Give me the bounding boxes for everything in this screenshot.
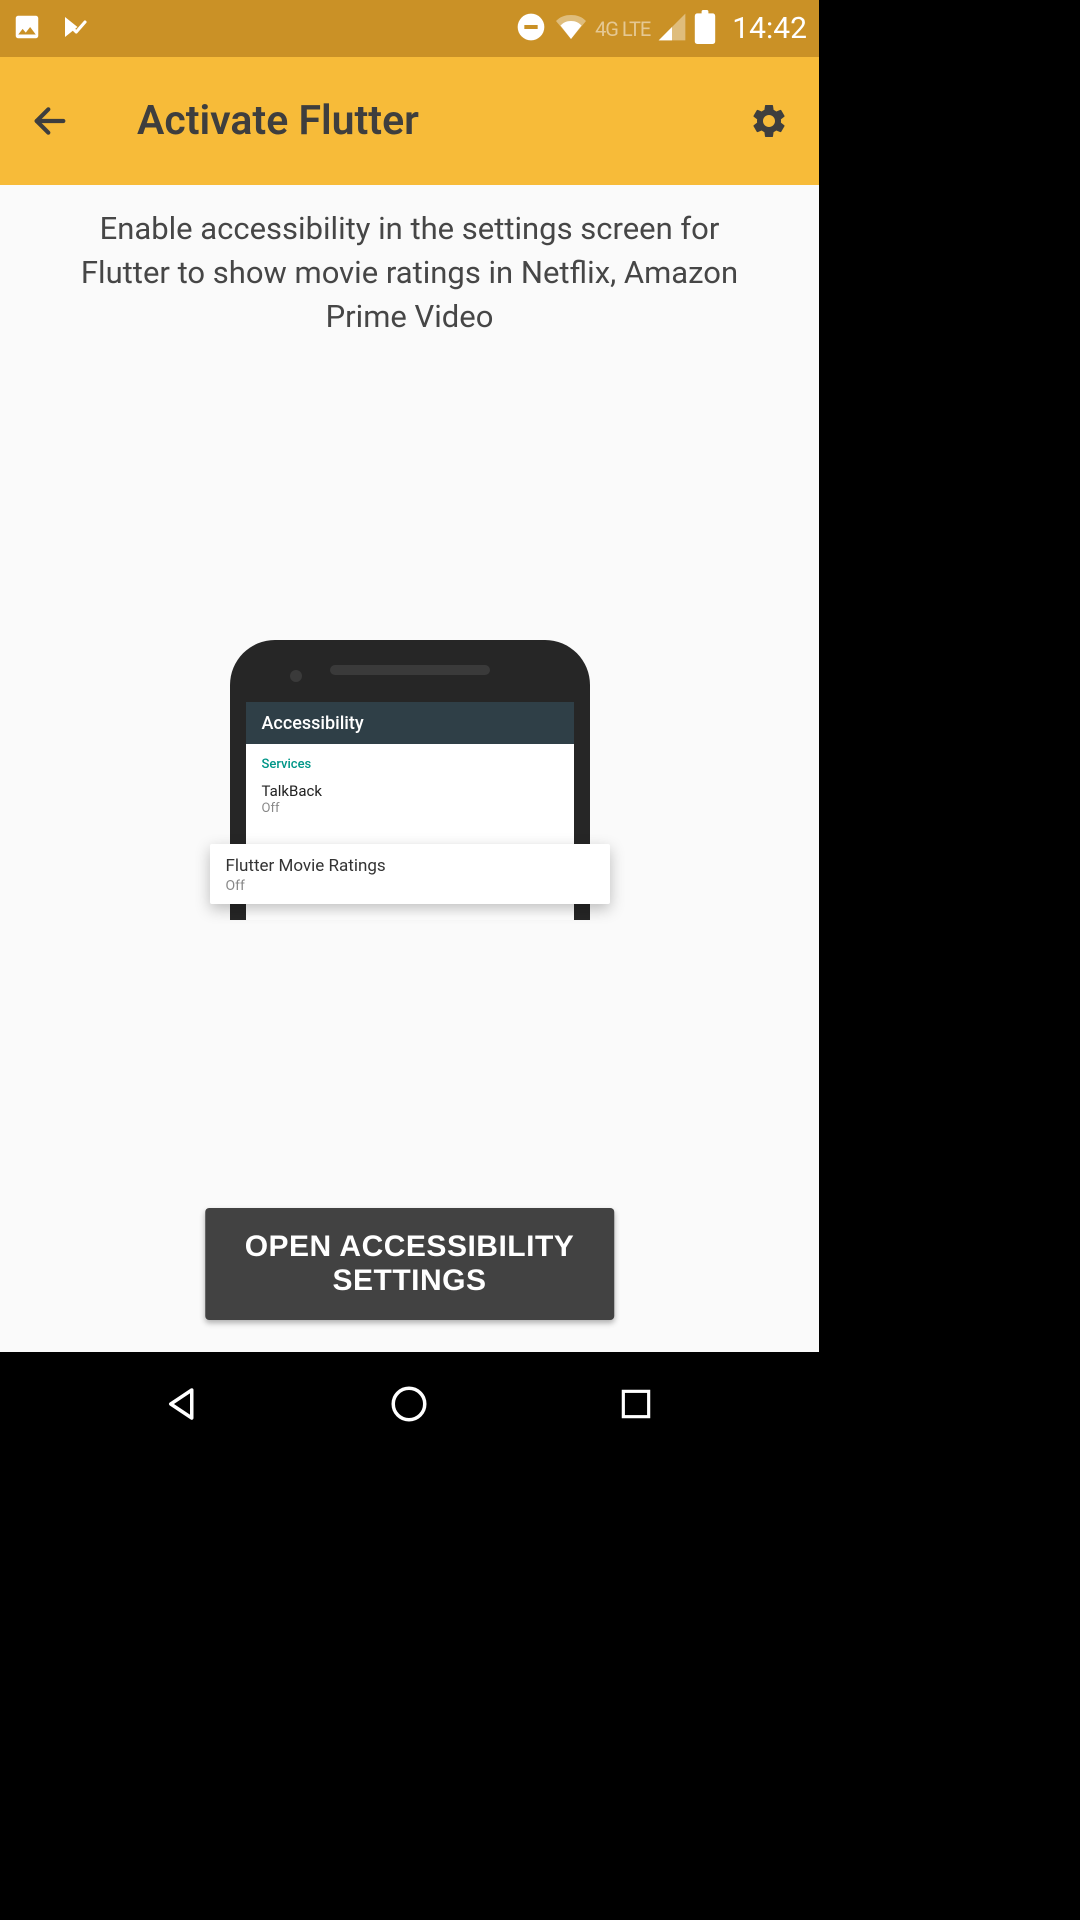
square-recent-icon	[617, 1385, 655, 1423]
wifi-icon	[553, 11, 589, 47]
phone-camera-dot	[290, 670, 302, 682]
battery-icon	[694, 10, 716, 48]
status-time: 14:42	[732, 11, 807, 46]
phone-speaker	[330, 665, 490, 675]
popup-title: Flutter Movie Ratings	[226, 856, 594, 876]
phone-illustration: Accessibility Services TalkBack Off Flut…	[230, 640, 590, 920]
play-check-icon	[60, 12, 90, 46]
page-title: Activate Flutter	[137, 97, 419, 145]
phone-item-subtitle: Off	[262, 801, 558, 816]
popup-card: Flutter Movie Ratings Off	[210, 844, 610, 904]
popup-subtitle: Off	[226, 878, 594, 894]
instructions-text: Enable accessibility in the settings scr…	[0, 185, 819, 339]
phone-section-label: Services	[246, 744, 574, 778]
nav-back-button[interactable]	[158, 1379, 208, 1429]
nav-home-button[interactable]	[384, 1379, 434, 1429]
arrow-left-icon	[30, 100, 70, 142]
phone-screen-header: Accessibility	[246, 702, 574, 744]
triangle-back-icon	[162, 1383, 204, 1425]
circle-home-icon	[388, 1383, 430, 1425]
dnd-icon	[515, 11, 547, 47]
phone-list-item: TalkBack Off	[246, 778, 574, 824]
navigation-bar	[0, 1352, 819, 1456]
main-content: Enable accessibility in the settings scr…	[0, 185, 819, 1352]
back-button[interactable]	[30, 101, 70, 141]
status-bar: 4G LTE 14:42	[0, 0, 819, 57]
open-accessibility-button[interactable]: OPEN ACCESSIBILITY SETTINGS	[205, 1208, 615, 1320]
network-type-label: 4G LTE	[595, 17, 650, 41]
nav-recent-button[interactable]	[611, 1379, 661, 1429]
photo-icon	[12, 12, 42, 46]
gear-icon	[749, 99, 789, 143]
app-bar: Activate Flutter	[0, 57, 819, 185]
phone-header-title: Accessibility	[262, 713, 364, 734]
phone-item-title: TalkBack	[262, 782, 558, 800]
settings-button[interactable]	[749, 101, 789, 141]
signal-icon	[656, 11, 688, 47]
